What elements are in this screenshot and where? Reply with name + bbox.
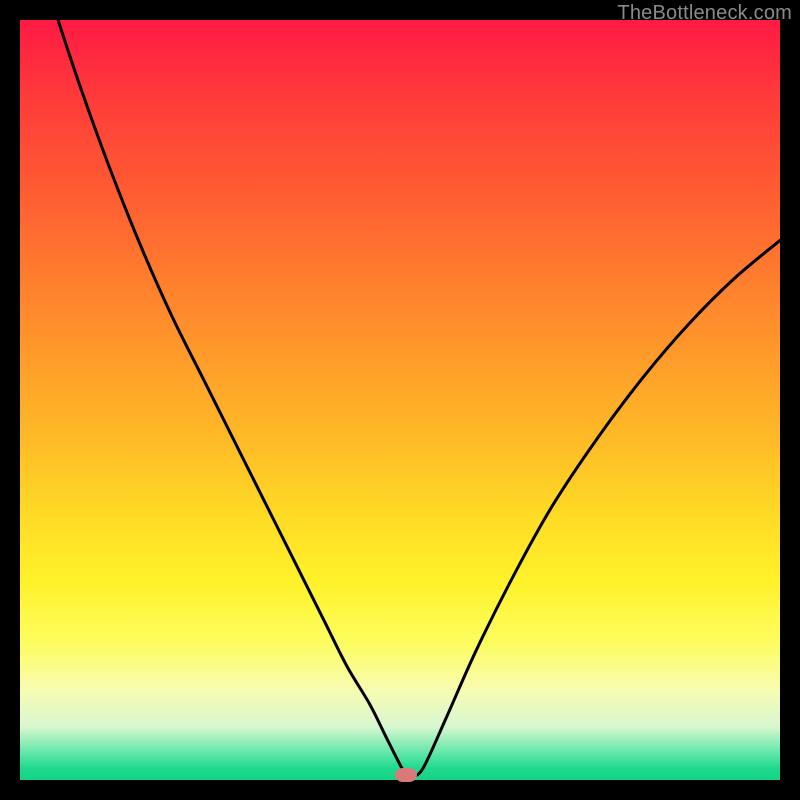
plot-area <box>20 20 780 780</box>
chart-frame: TheBottleneck.com <box>0 0 800 800</box>
optimal-marker <box>395 768 417 782</box>
bottleneck-curve <box>20 20 780 780</box>
